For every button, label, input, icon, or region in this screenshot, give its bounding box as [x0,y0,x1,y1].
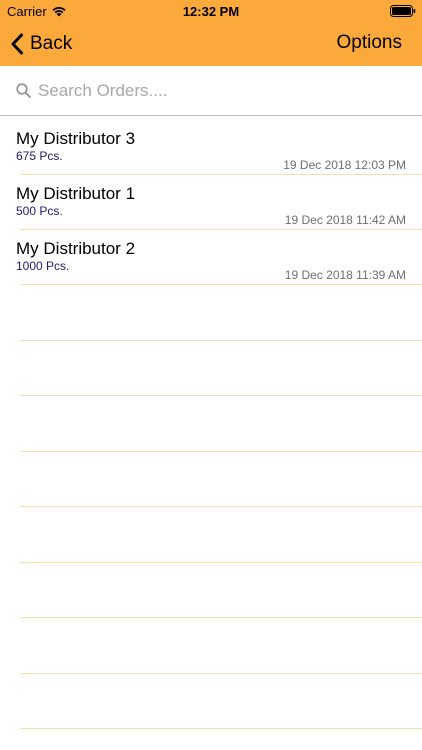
empty-row-separator [0,341,422,397]
search-icon [16,83,31,98]
order-date: 19 Dec 2018 11:42 AM [284,213,406,227]
empty-row-separator [0,285,422,341]
empty-row-separator [0,563,422,619]
orders-list: My Distributor 3 675 Pcs. 19 Dec 2018 12… [0,120,422,285]
battery-icon [390,5,416,17]
search-bar [0,66,422,116]
order-date: 19 Dec 2018 12:03 PM [283,158,406,172]
status-time: 12:32 PM [182,4,240,19]
order-quantity: 500 Pcs. [16,204,63,218]
order-row[interactable]: My Distributor 1 500 Pcs. 19 Dec 2018 11… [0,175,422,230]
search-input[interactable] [38,78,408,104]
empty-row-separator [0,618,422,674]
order-distributor-name: My Distributor 2 [16,239,136,258]
back-label: Back [30,33,73,54]
order-quantity: 675 Pcs. [16,149,63,163]
empty-row-separator [0,452,422,508]
navigation-bar: Back Options [0,22,422,66]
chevron-left-icon [11,33,23,55]
order-row[interactable]: My Distributor 2 1000 Pcs. 19 Dec 2018 1… [0,230,422,285]
order-date: 19 Dec 2018 11:39 AM [284,268,406,282]
order-distributor-name: My Distributor 3 [16,129,136,148]
back-button[interactable]: Back [10,30,72,58]
top-bar: Carrier 12:32 PM Back Options [0,0,422,66]
order-distributor-name: My Distributor 1 [16,184,136,203]
options-button[interactable]: Options [337,32,402,54]
empty-row-separator [0,507,422,563]
order-row[interactable]: My Distributor 3 675 Pcs. 19 Dec 2018 12… [0,120,422,175]
empty-row-separator [0,674,422,730]
order-quantity: 1000 Pcs. [16,259,70,273]
status-bar: Carrier 12:32 PM [0,0,422,22]
empty-list-area [0,285,422,729]
empty-row-separator [0,396,422,452]
